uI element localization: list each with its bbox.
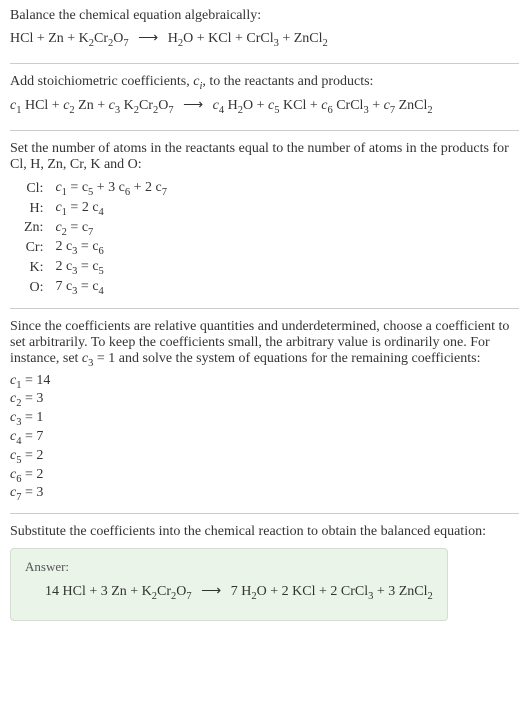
stoich-equation: c1 HCl + c2 Zn + c3 K2Cr2O7 ⟶ c4 H2O + c… [10, 95, 519, 120]
eq-part: Cr [94, 31, 108, 46]
list-item: c7 = 3 [10, 485, 519, 503]
atom-equation: c1 = 2 c4 [49, 199, 173, 219]
eq-part: CrCl [333, 98, 364, 113]
eq-part: H [168, 31, 178, 46]
answer-box: Answer: 14 HCl + 3 Zn + K2Cr2O7 ⟶ 7 H2O … [10, 548, 448, 621]
atom-equation: 2 c3 = c5 [49, 258, 173, 278]
solve-text: Since the coefficients are relative quan… [10, 319, 519, 369]
eq-part: O + 2 KCl + 2 CrCl [257, 584, 368, 599]
element-label: K: [18, 258, 49, 278]
solve-section: Since the coefficients are relative quan… [10, 319, 519, 503]
subscript: 7 [168, 105, 173, 116]
unbalanced-equation: HCl + Zn + K2Cr2O7 ⟶ H2O + KCl + CrCl3 +… [10, 28, 519, 53]
atom-equation: 2 c3 = c6 [49, 238, 173, 258]
arrow-icon: ⟶ [183, 95, 203, 117]
table-row: Cl: c1 = c5 + 3 c6 + 2 c7 [18, 179, 173, 199]
atom-equation: c1 = c5 + 3 c6 + 2 c7 [49, 179, 173, 199]
table-row: H: c1 = 2 c4 [18, 199, 173, 219]
eq-part: O [113, 31, 123, 46]
eq-part: O [158, 98, 168, 113]
eq-part: O + [243, 98, 268, 113]
stoich-text: Add stoichiometric coefficients, ci, to … [10, 74, 519, 92]
atom-equation: c2 = c7 [49, 219, 173, 239]
final-intro: Substitute the coefficients into the che… [10, 524, 519, 540]
list-item: c6 = 2 [10, 467, 519, 485]
element-label: Cr: [18, 238, 49, 258]
stoich-section: Add stoichiometric coefficients, ci, to … [10, 74, 519, 120]
list-item: c1 = 14 [10, 373, 519, 391]
eq-part: H [224, 98, 238, 113]
text-part: = 1 and solve the system of equations fo… [93, 351, 480, 366]
eq-part: 7 H [231, 584, 252, 599]
subscript: 2 [427, 105, 432, 116]
eq-part: K [120, 98, 134, 113]
text-part: , to the reactants and products: [202, 74, 373, 89]
subscript: 7 [186, 591, 191, 602]
eq-part: Cr [157, 584, 171, 599]
element-label: H: [18, 199, 49, 219]
coefficient-list: c1 = 14 c2 = 3 c3 = 1 c4 = 7 c5 = 2 c6 =… [10, 373, 519, 504]
final-section: Substitute the coefficients into the che… [10, 524, 519, 621]
subscript: 2 [428, 591, 433, 602]
eq-part: HCl + Zn + K [10, 31, 89, 46]
atoms-section: Set the number of atoms in the reactants… [10, 141, 519, 298]
element-label: O: [18, 278, 49, 298]
element-label: Cl: [18, 179, 49, 199]
list-item: c3 = 1 [10, 410, 519, 428]
arrow-icon: ⟶ [201, 581, 221, 603]
eq-part: + ZnCl [279, 31, 323, 46]
list-item: c2 = 3 [10, 391, 519, 409]
eq-part: Cr [139, 98, 153, 113]
eq-part: KCl + [280, 98, 322, 113]
divider [10, 308, 519, 309]
eq-part: 14 HCl + 3 Zn + K [45, 584, 152, 599]
subscript: 3 [363, 105, 368, 116]
list-item: c4 = 7 [10, 429, 519, 447]
text-part: Add stoichiometric coefficients, [10, 74, 193, 89]
eq-part: Zn + [75, 98, 109, 113]
eq-part: HCl + [21, 98, 63, 113]
subscript: 2 [323, 38, 328, 49]
eq-part: ZnCl [395, 98, 427, 113]
subscript: 7 [123, 38, 128, 49]
list-item: c5 = 2 [10, 448, 519, 466]
answer-label: Answer: [25, 559, 433, 575]
atom-equations-table: Cl: c1 = c5 + 3 c6 + 2 c7 H: c1 = 2 c4 Z… [18, 179, 173, 298]
intro-section: Balance the chemical equation algebraica… [10, 8, 519, 53]
divider [10, 130, 519, 131]
table-row: K: 2 c3 = c5 [18, 258, 173, 278]
eq-part: O + KCl + CrCl [183, 31, 273, 46]
atom-equation: 7 c3 = c4 [49, 278, 173, 298]
eq-part: O [176, 584, 186, 599]
atoms-intro: Set the number of atoms in the reactants… [10, 141, 519, 173]
table-row: Cr: 2 c3 = c6 [18, 238, 173, 258]
divider [10, 63, 519, 64]
balanced-equation: 14 HCl + 3 Zn + K2Cr2O7 ⟶ 7 H2O + 2 KCl … [25, 581, 433, 606]
element-label: Zn: [18, 219, 49, 239]
table-row: O: 7 c3 = c4 [18, 278, 173, 298]
eq-part: + 3 ZnCl [373, 584, 427, 599]
intro-text: Balance the chemical equation algebraica… [10, 8, 519, 24]
arrow-icon: ⟶ [138, 28, 158, 50]
divider [10, 513, 519, 514]
table-row: Zn: c2 = c7 [18, 219, 173, 239]
